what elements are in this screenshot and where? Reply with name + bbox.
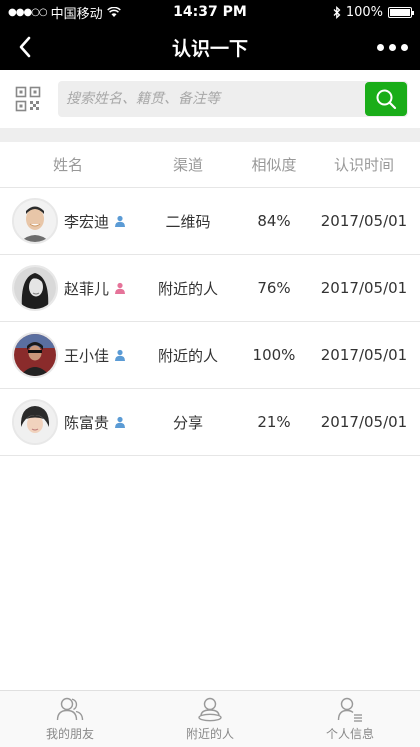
channel-cell: 附近的人 <box>157 279 218 298</box>
tab-my-friends[interactable]: 我的朋友 <box>0 691 140 747</box>
table-row[interactable]: 李宏迪 二维码 84% 2017/05/01 <box>0 188 420 255</box>
tab-label: 我的朋友 <box>45 727 94 741</box>
status-bar: ●●●○○ 中国移动 14:37 PM 100% <box>0 0 420 24</box>
section-divider <box>0 128 420 142</box>
more-dots-icon <box>388 43 396 51</box>
male-person-icon <box>115 215 126 227</box>
avatar-photo <box>14 200 56 242</box>
avatar-photo <box>14 267 56 309</box>
avatar <box>12 332 58 378</box>
battery-icon <box>388 6 414 18</box>
tab-label: 个人信息 <box>325 727 374 741</box>
tab-bar: 我的朋友 附近的人 个人信息 <box>0 690 420 747</box>
avatar <box>12 198 58 244</box>
table-row[interactable]: 王小佳 附近的人 100% 2017/05/01 <box>0 322 420 389</box>
tab-label: 附近的人 <box>185 727 234 741</box>
person-name: 王小佳 <box>64 346 110 365</box>
time-cell: 2017/05/01 <box>320 212 408 230</box>
header-name: 姓名 <box>52 156 83 174</box>
status-left: ●●●○○ 中国移动 <box>8 3 121 22</box>
carrier-label: 中国移动 <box>50 6 103 22</box>
similarity-cell: 76% <box>257 279 291 297</box>
more-dots-icon <box>376 43 384 51</box>
bluetooth-icon <box>333 5 341 19</box>
male-person-icon <box>115 349 126 361</box>
header-similarity: 相似度 <box>251 156 297 174</box>
name-cell: 李宏迪 <box>0 198 136 244</box>
wifi-icon <box>106 6 121 17</box>
time-cell: 2017/05/01 <box>320 413 408 431</box>
similarity-cell: 84% <box>257 212 291 230</box>
profile-icon <box>337 697 362 722</box>
signal-strength-icon: ●●●○○ <box>8 6 48 18</box>
table-row[interactable]: 陈富贵 分享 21% 2017/05/01 <box>0 389 420 456</box>
search-box <box>58 81 408 117</box>
time-cell: 2017/05/01 <box>320 346 408 364</box>
name-cell: 陈富贵 <box>0 399 136 445</box>
friend-table: 李宏迪 二维码 84% 2017/05/01 赵菲儿 附近的人 76% 2017… <box>0 188 420 456</box>
person-name: 陈富贵 <box>64 413 110 432</box>
search-button[interactable] <box>365 82 407 116</box>
person-name: 赵菲儿 <box>64 279 110 298</box>
header-time: 认识时间 <box>333 156 394 174</box>
tab-profile[interactable]: 个人信息 <box>280 691 420 747</box>
channel-cell: 二维码 <box>165 212 211 231</box>
status-right: 100% <box>333 4 414 20</box>
more-dots-icon <box>400 43 408 51</box>
channel-cell: 附近的人 <box>157 346 218 365</box>
battery-percent: 100% <box>345 4 383 20</box>
avatar <box>12 399 58 445</box>
nav-bar: 认识一下 <box>0 24 420 70</box>
avatar <box>12 265 58 311</box>
header-channel: 渠道 <box>172 156 203 174</box>
page-title: 认识一下 <box>171 37 248 60</box>
avatar-photo <box>14 401 56 443</box>
similarity-cell: 21% <box>257 413 291 431</box>
nearby-icon <box>198 697 222 722</box>
female-person-icon <box>115 282 126 294</box>
battery-fill <box>390 8 410 16</box>
tab-nearby[interactable]: 附近的人 <box>140 691 280 747</box>
person-name: 李宏迪 <box>64 212 110 231</box>
avatar-photo <box>14 334 56 376</box>
table-header: 姓名 渠道 相似度 认识时间 <box>0 142 420 188</box>
search-input[interactable] <box>58 81 365 117</box>
qr-scan-button[interactable] <box>12 83 44 115</box>
more-button[interactable] <box>372 32 412 62</box>
search-area <box>0 70 420 128</box>
table-row[interactable]: 赵菲儿 附近的人 76% 2017/05/01 <box>0 255 420 322</box>
back-button[interactable] <box>10 32 40 62</box>
male-person-icon <box>115 416 126 428</box>
similarity-cell: 100% <box>252 346 296 364</box>
name-cell: 王小佳 <box>0 332 136 378</box>
search-icon <box>376 89 397 110</box>
time-cell: 2017/05/01 <box>320 279 408 297</box>
qr-code-icon <box>15 86 41 112</box>
friends-icon <box>56 697 84 721</box>
back-chevron-icon <box>19 36 31 58</box>
channel-cell: 分享 <box>172 413 203 432</box>
name-cell: 赵菲儿 <box>0 265 136 311</box>
